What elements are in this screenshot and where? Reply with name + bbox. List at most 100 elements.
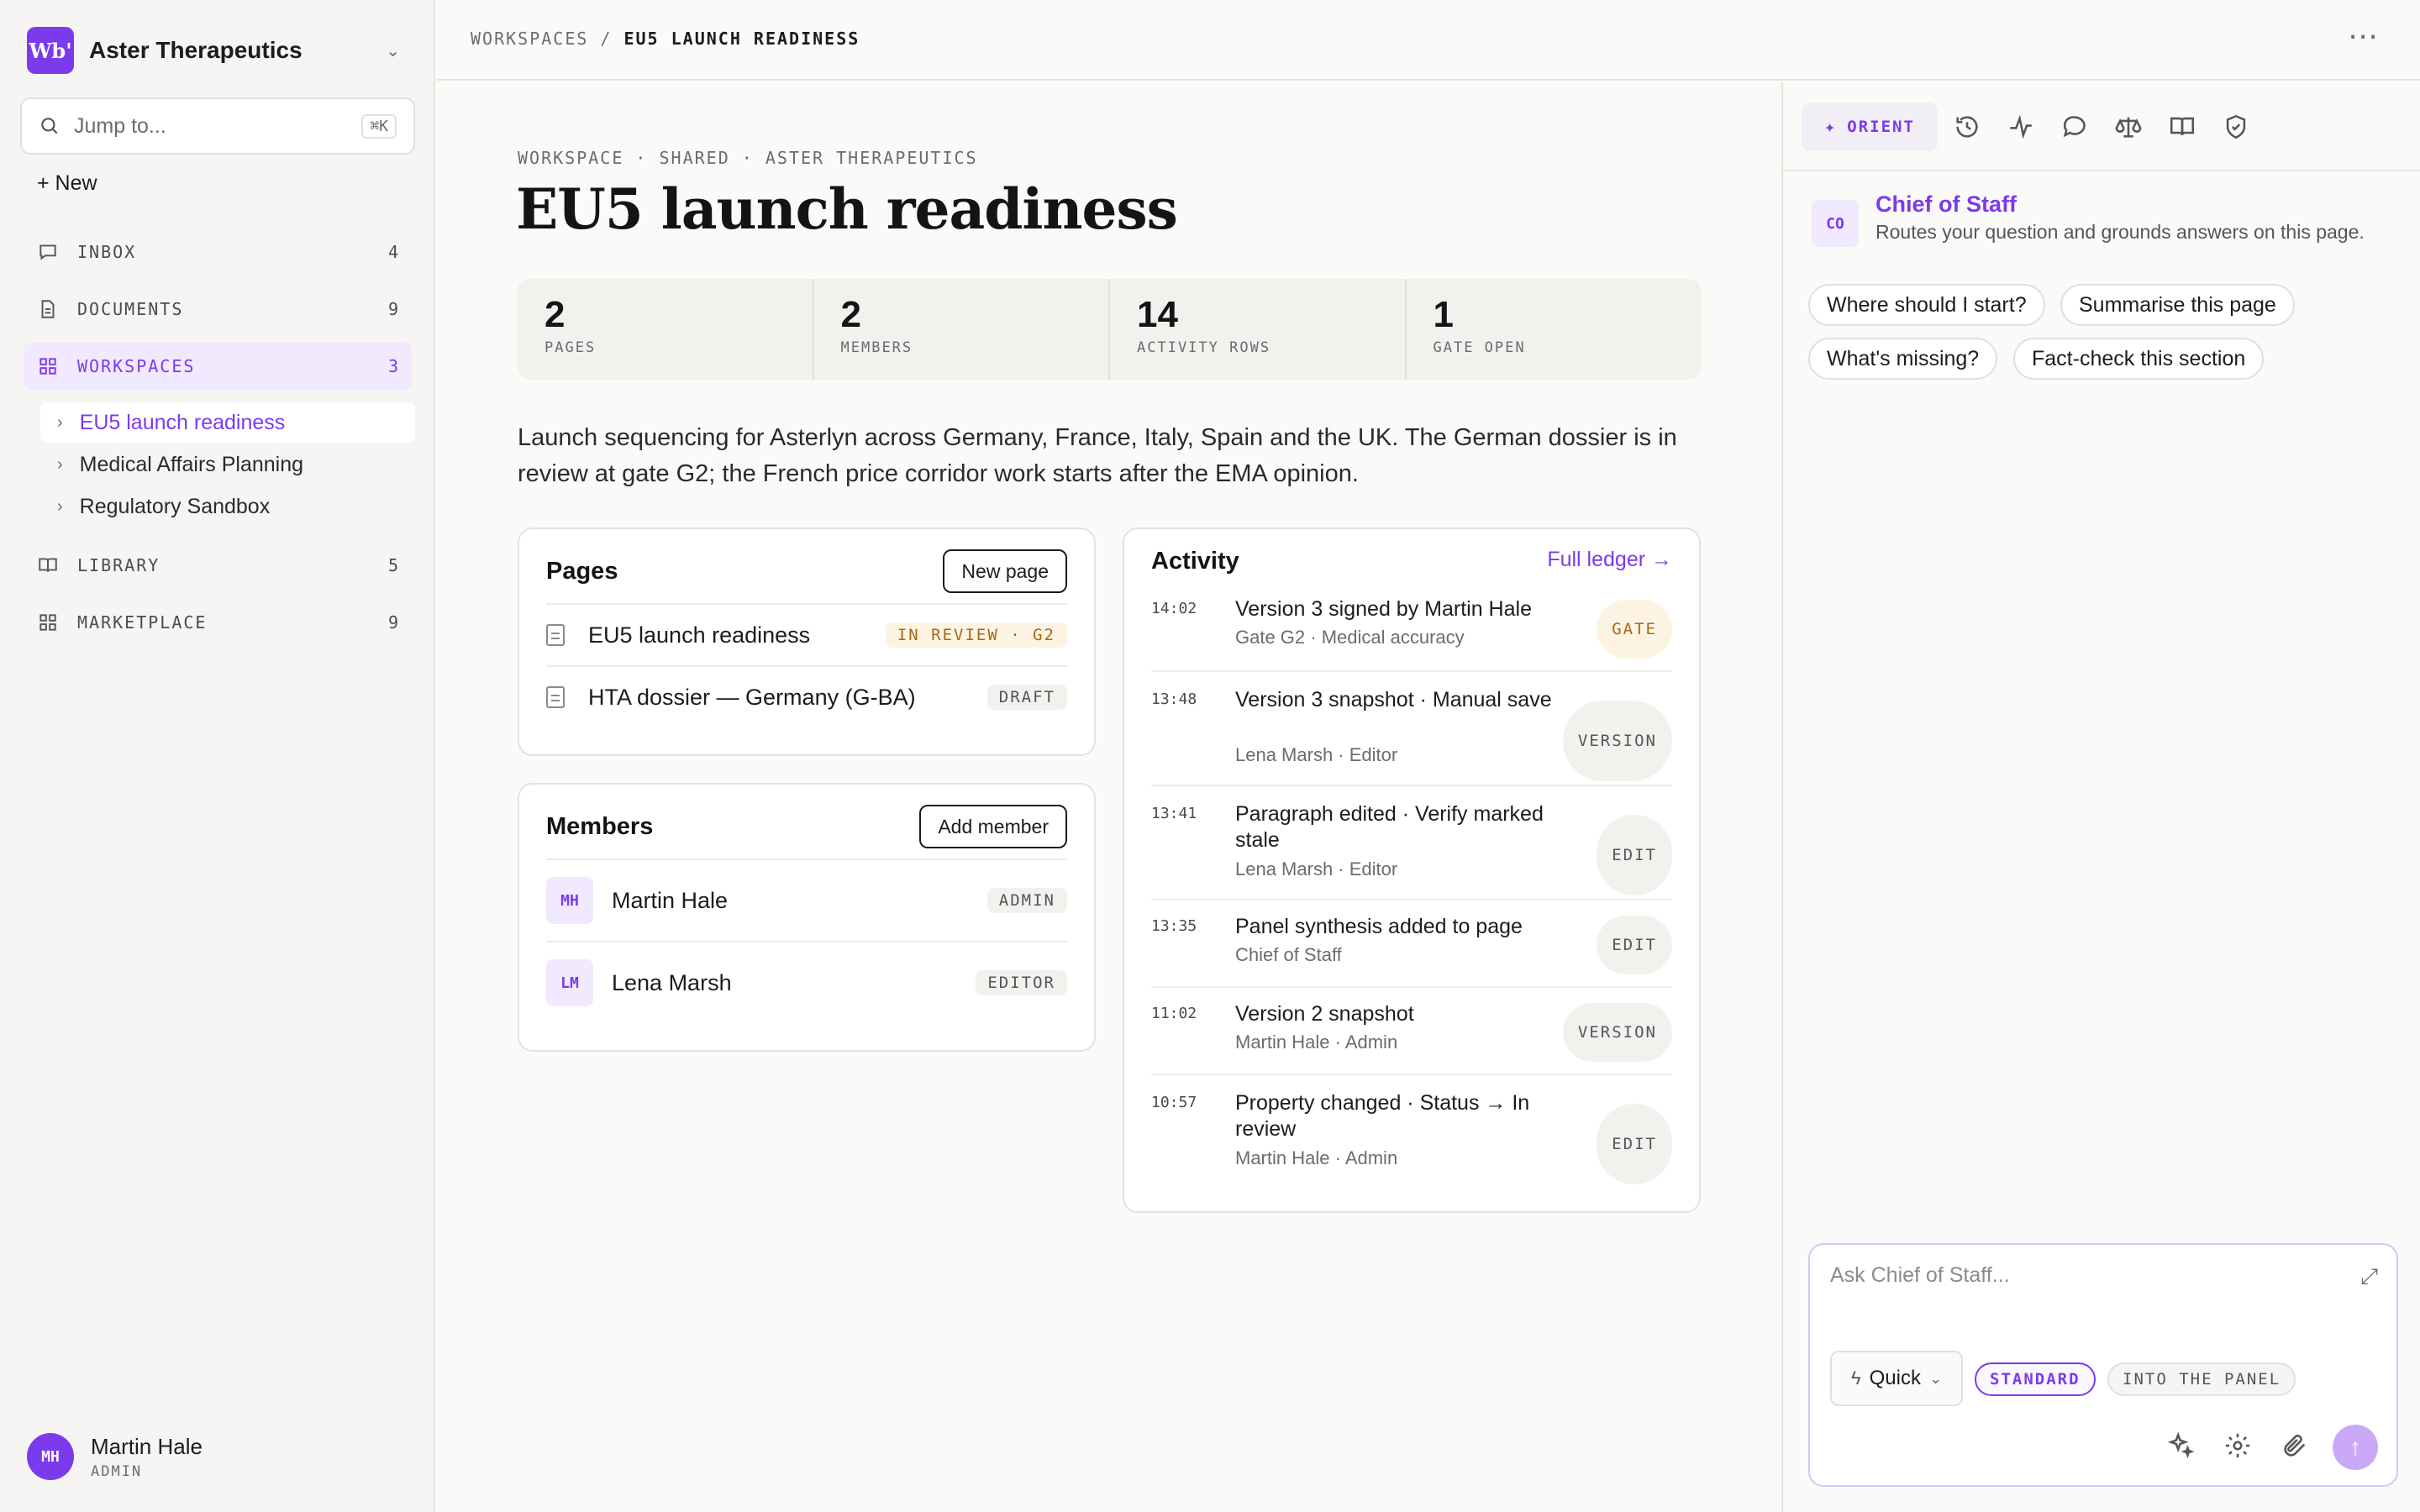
grid-icon: [39, 614, 56, 631]
activity-title: Panel synthesis added to page: [1235, 915, 1523, 938]
bolt-icon: ϟ: [1850, 1368, 1861, 1389]
new-button[interactable]: + New: [37, 171, 97, 196]
sidebar-item-documents[interactable]: DOCUMENTS 9: [24, 286, 412, 333]
activity-row[interactable]: 10:57 Property changed · Status → In rev…: [1151, 1074, 1672, 1188]
sidebar: Wb' Aster Therapeutics ⌄ Jump to... ⌘K +…: [0, 0, 435, 1512]
activity-row[interactable]: 14:02 Version 3 signed by Martin Hale Ga…: [1151, 588, 1672, 670]
new-page-button[interactable]: New page: [943, 549, 1067, 593]
sparkle-icon[interactable]: [2166, 1431, 2195, 1460]
breadcrumb-root[interactable]: WORKSPACES: [471, 29, 588, 49]
activity-row[interactable]: 13:48 Version 3 snapshot · Manual save L…: [1151, 670, 1672, 785]
sidebar-item-count: 5: [387, 555, 398, 575]
full-ledger-link[interactable]: Full ledger →: [1547, 548, 1672, 572]
activity-row[interactable]: 13:35 Panel synthesis added to page Chie…: [1151, 899, 1672, 986]
status-badge: DRAFT: [986, 685, 1067, 710]
activity-time: 10:57: [1151, 1094, 1197, 1111]
panel-tabs: ✦ ORIENT: [1783, 82, 2420, 171]
shield-check-icon[interactable]: [2222, 113, 2250, 141]
activity-row[interactable]: 13:41 Paragraph edited · Verify marked s…: [1151, 785, 1672, 899]
settings-icon[interactable]: [2223, 1431, 2252, 1460]
stat-label: MEMBERS: [840, 339, 913, 356]
avatar: MH: [546, 877, 593, 924]
stat-label: PAGES: [544, 339, 597, 356]
scale-icon[interactable]: [2114, 113, 2143, 141]
activity-row[interactable]: 11:02 Version 2 snapshot Martin Hale · A…: [1151, 986, 1672, 1074]
sidebar-item-marketplace[interactable]: MARKETPLACE 9: [24, 599, 412, 646]
page-row[interactable]: EU5 launch readiness IN REVIEW · G2: [546, 603, 1067, 665]
arrow-up-icon: ↑: [2349, 1434, 2361, 1460]
add-member-button[interactable]: Add member: [919, 805, 1067, 848]
activity-title: Version 3 snapshot · Manual save: [1235, 688, 1552, 711]
stat-pages: 2 PAGES: [518, 279, 814, 380]
page-row[interactable]: HTA dossier — Germany (G-BA) DRAFT: [546, 665, 1067, 727]
assistant-description: Routes your question and grounds answers…: [1876, 221, 2365, 243]
chevron-right-icon: ›: [57, 454, 63, 474]
assistant-panel: ✦ ORIENT CO Chief of Staff Routes your q…: [1781, 82, 2420, 1512]
workspace-switcher[interactable]: Wb' Aster Therapeutics ⌄: [27, 27, 408, 74]
activity-time: 13:35: [1151, 917, 1197, 935]
stat-label: ACTIVITY ROWS: [1137, 339, 1271, 356]
stat-members: 2 MEMBERS: [814, 279, 1110, 380]
expand-icon[interactable]: ⤢: [2360, 1263, 2378, 1290]
tab-orient-label: ORIENT: [1847, 118, 1915, 136]
workspace-item-medical-affairs[interactable]: › Medical Affairs Planning: [40, 444, 415, 485]
breadcrumb: WORKSPACES / EU5 LAUNCH READINESS: [471, 29, 860, 49]
document-icon: [546, 686, 565, 708]
stat-label: GATE OPEN: [1433, 339, 1526, 356]
chevron-down-icon: ⌄: [1928, 1369, 1943, 1387]
jump-to-search[interactable]: Jump to... ⌘K: [20, 97, 415, 155]
activity-subtitle: Lena Marsh · Editor: [1235, 858, 1398, 879]
activity-card: Activity Full ledger → 14:02 Version 3 s…: [1123, 528, 1701, 1213]
sidebar-item-count: 9: [387, 612, 398, 633]
pulse-icon[interactable]: [2007, 113, 2035, 141]
sidebar-item-count: 4: [387, 242, 398, 262]
sparkle-icon: ✦: [1824, 116, 1838, 138]
members-card: Members Add member MH Martin Hale ADMIN …: [518, 783, 1096, 1052]
page-description: Launch sequencing for Asterlyn across Ge…: [518, 424, 1677, 487]
member-row[interactable]: LM Lena Marsh EDITOR: [546, 941, 1067, 1023]
user-name: Martin Hale: [91, 1433, 203, 1459]
search-icon: [41, 118, 58, 134]
sidebar-item-count: 9: [387, 299, 398, 319]
stats-strip: 2 PAGES 2 MEMBERS 14 ACTIVITY ROWS 1 GAT…: [518, 279, 1701, 380]
more-options-icon[interactable]: ⋯: [2348, 18, 2380, 54]
assistant-header: CO Chief of Staff Routes your question a…: [1812, 192, 2365, 247]
suggestion-chip[interactable]: What's missing?: [1808, 338, 1998, 380]
sidebar-item-library[interactable]: LIBRARY 5: [24, 542, 412, 589]
sidebar-item-workspaces[interactable]: WORKSPACES 3: [24, 343, 412, 390]
paperclip-icon[interactable]: [2281, 1431, 2309, 1460]
workspace-item-regulatory-sandbox[interactable]: › Regulatory Sandbox: [40, 486, 415, 527]
activity-type-badge: GATE: [1597, 600, 1672, 659]
stat-value: 2: [840, 294, 861, 335]
activity-title: Paragraph edited · Verify marked stale: [1235, 802, 1544, 852]
book-icon[interactable]: [2168, 113, 2196, 141]
workspace-item-eu5[interactable]: › EU5 launch readiness: [40, 402, 415, 443]
assistant-name[interactable]: Chief of Staff: [1876, 192, 2365, 218]
top-bar: WORKSPACES / EU5 LAUNCH READINESS ⋯: [437, 0, 2420, 81]
mode-into-panel[interactable]: INTO THE PANEL: [2107, 1362, 2296, 1396]
chevron-down-icon: ⌄: [386, 42, 400, 60]
activity-title: Version 2 snapshot: [1235, 1002, 1414, 1026]
mode-standard[interactable]: STANDARD: [1975, 1362, 2096, 1396]
tab-orient[interactable]: ✦ ORIENT: [1802, 102, 1938, 151]
suggestion-chip[interactable]: Fact-check this section: [2013, 338, 2265, 380]
send-button[interactable]: ↑: [2333, 1425, 2378, 1470]
activity-subtitle: Gate G2 · Medical accuracy: [1235, 627, 1465, 648]
activity-subtitle: Martin Hale · Admin: [1235, 1032, 1398, 1053]
activity-type-badge: EDIT: [1597, 815, 1672, 895]
composer-input[interactable]: Ask Chief of Staff...: [1830, 1263, 2010, 1288]
suggestion-chip[interactable]: Summarise this page: [2060, 284, 2295, 326]
suggestion-chip[interactable]: Where should I start?: [1808, 284, 2045, 326]
activity-card-title: Activity: [1151, 548, 1239, 575]
current-user[interactable]: MH Martin Hale ADMIN: [27, 1433, 203, 1480]
workspace-item-label: Medical Affairs Planning: [79, 452, 304, 476]
speed-select[interactable]: ϟ Quick ⌄: [1830, 1351, 1963, 1406]
comment-icon[interactable]: [2060, 113, 2089, 141]
history-icon[interactable]: [1953, 113, 1981, 141]
stat-activity-rows: 14 ACTIVITY ROWS: [1110, 279, 1407, 380]
search-shortcut: ⌘K: [361, 113, 397, 139]
inbox-icon: [39, 244, 56, 260]
sidebar-item-inbox[interactable]: INBOX 4: [24, 228, 412, 276]
status-badge: IN REVIEW · G2: [885, 622, 1067, 648]
member-row[interactable]: MH Martin Hale ADMIN: [546, 858, 1067, 941]
